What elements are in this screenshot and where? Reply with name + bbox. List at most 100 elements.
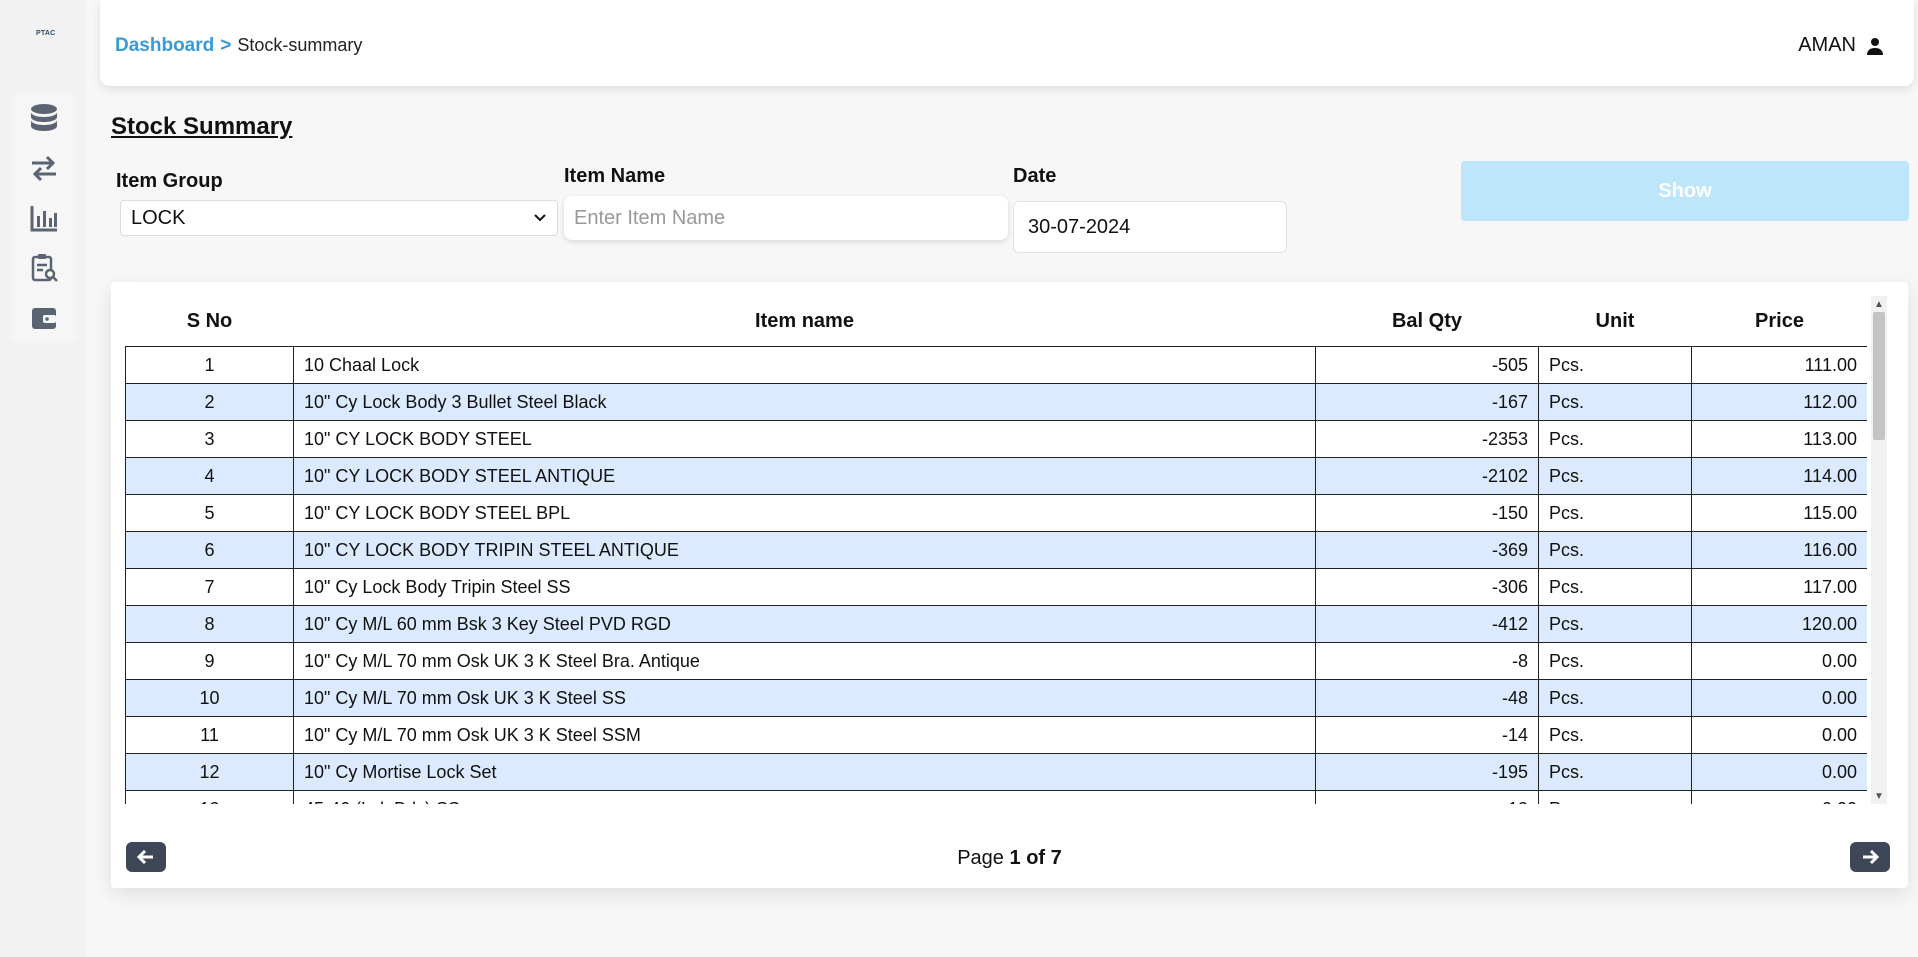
cell-unit: Pcs. (1538, 346, 1692, 384)
breadcrumb-dashboard-link[interactable]: Dashboard (115, 35, 214, 56)
cell-price: 113.00 (1691, 420, 1867, 458)
table-row[interactable]: 6 10" CY LOCK BODY TRIPIN STEEL ANTIQUE -3… (125, 531, 1867, 569)
cell-bal-qty: -195 (1315, 753, 1539, 791)
scroll-thumb[interactable] (1873, 312, 1885, 440)
cell-price: 114.00 (1691, 457, 1867, 495)
cell-unit: Pcs. (1538, 457, 1692, 495)
top-bar: Dashboard > Stock-summary AMAN (100, 0, 1914, 86)
cell-sno: 12 (125, 753, 294, 791)
cell-price: 0.00 (1691, 790, 1867, 804)
scroll-up-arrow[interactable]: ▲ (1871, 296, 1887, 312)
cell-item-name: 10" CY LOCK BODY TRIPIN STEEL ANTIQUE (293, 531, 1316, 569)
show-button[interactable]: Show (1461, 161, 1909, 221)
cell-item-name: 10" Cy M/L 60 mm Bsk 3 Key Steel PVD RGD (293, 605, 1316, 643)
page-title: Stock Summary (111, 113, 293, 140)
table-row[interactable]: 4 10" CY LOCK BODY STEEL ANTIQUE -2102 Pcs.… (125, 457, 1867, 495)
date-label: Date (1013, 165, 1057, 187)
cell-item-name: 10" Cy M/L 70 mm Osk UK 3 K Steel Bra. A… (293, 642, 1316, 680)
cell-bal-qty: -14 (1315, 716, 1539, 754)
sidebar-item-reports[interactable] (12, 193, 76, 243)
clipboard-search-icon (31, 254, 58, 282)
col-header-bal-qty: Bal Qty (1391, 309, 1463, 332)
cell-sno: 3 (125, 420, 294, 458)
cell-price: 0.00 (1691, 716, 1867, 754)
sidebar-item-database[interactable] (12, 93, 76, 143)
cell-unit: Pcs. (1538, 420, 1692, 458)
stock-table: S No Item name Bal Qty Unit Price 1 10 Ch… (125, 296, 1867, 804)
cell-price: 0.00 (1691, 679, 1867, 717)
side-nav (12, 93, 76, 343)
cell-bal-qty: -306 (1315, 568, 1539, 606)
cell-item-name: 10" CY LOCK BODY STEEL BPL (293, 494, 1316, 532)
cell-unit: Pcs. (1538, 716, 1692, 754)
cell-item-name: 10" Cy M/L 70 mm Osk UK 3 K Steel SSM (293, 716, 1316, 754)
cell-price: 115.00 (1691, 494, 1867, 532)
table-row[interactable]: 12 10" Cy Mortise Lock Set -195 Pcs. 0.00 (125, 753, 1867, 791)
cell-unit: Pcs. (1538, 494, 1692, 532)
table-row[interactable]: 7 10" Cy Lock Body Tripin Steel SS -306 Pcs… (125, 568, 1867, 606)
cell-unit: Pcs. (1538, 753, 1692, 791)
page-prefix: Page (957, 847, 1004, 869)
cell-bal-qty: -150 (1315, 494, 1539, 532)
item-group-label: Item Group (116, 170, 223, 192)
wallet-icon (32, 308, 56, 329)
table-body: 1 10 Chaal Lock -505 Pcs. 111.00 2 10" Cy Lock… (125, 346, 1867, 804)
user-menu[interactable]: AMAN (1798, 34, 1884, 57)
table-row[interactable]: 5 10" CY LOCK BODY STEEL BPL -150 Pcs. 115.0… (125, 494, 1867, 532)
next-page-button[interactable] (1850, 842, 1890, 872)
cell-item-name: 10" Cy Lock Body Tripin Steel SS (293, 568, 1316, 606)
table-row[interactable]: 1345-46 (Lck Bdy) SS13Pcs.0.00 (125, 790, 1867, 804)
table-row[interactable]: 8 10" Cy M/L 60 mm Bsk 3 Key Steel PVD RG… (125, 605, 1867, 643)
cell-item-name: 45-46 (Lck Bdy) SS (293, 790, 1316, 804)
chevron-down-icon (534, 214, 546, 222)
page-current: 1 (1009, 847, 1021, 869)
cell-bal-qty: -2353 (1315, 420, 1539, 458)
sidebar-item-transfer[interactable] (12, 143, 76, 193)
item-group-value: LOCK (131, 206, 186, 229)
cell-price: 112.00 (1691, 383, 1867, 421)
user-name: AMAN (1798, 34, 1856, 56)
sidebar-item-wallet[interactable] (12, 293, 76, 343)
arrow-right-icon (1863, 849, 1880, 865)
cell-sno: 4 (125, 457, 294, 495)
bar-chart-icon (30, 206, 57, 232)
cell-unit: Pcs. (1538, 383, 1692, 421)
table-row[interactable]: 10 10" Cy M/L 70 mm Osk UK 3 K Steel SS -4… (125, 679, 1867, 717)
table-scroll-area: S No Item name Bal Qty Unit Price 1 10 Ch… (125, 296, 1867, 804)
table-row[interactable]: 11 10" Cy M/L 70 mm Osk UK 3 K Steel SSM -… (125, 716, 1867, 754)
item-name-label: Item Name (564, 165, 666, 187)
cell-unit: Pcs. (1538, 642, 1692, 680)
scroll-down-arrow[interactable]: ▼ (1871, 788, 1887, 804)
item-group-select[interactable]: LOCK (120, 200, 558, 236)
cell-price: 117.00 (1691, 568, 1867, 606)
table-scrollbar[interactable]: ▲ ▼ (1871, 296, 1887, 804)
cell-bal-qty: -2102 (1315, 457, 1539, 495)
item-name-input[interactable] (564, 196, 1008, 240)
cell-sno: 5 (125, 494, 294, 532)
cell-sno: 7 (125, 568, 294, 606)
cell-item-name: 10" Cy M/L 70 mm Osk UK 3 K Steel SS (293, 679, 1316, 717)
cell-sno: 11 (125, 716, 294, 754)
table-header-row: S No Item name Bal Qty Unit Price (126, 296, 1868, 347)
cell-unit: Pcs. (1538, 679, 1692, 717)
cell-bal-qty: -369 (1315, 531, 1539, 569)
transfer-icon (32, 155, 56, 182)
sidebar: PTAC (0, 0, 86, 957)
cell-unit: Pcs. (1538, 605, 1692, 643)
cell-price: 120.00 (1691, 605, 1867, 643)
cell-unit: Pcs. (1538, 790, 1692, 804)
user-icon (1867, 37, 1883, 55)
breadcrumb: Dashboard > Stock-summary (115, 35, 362, 57)
sidebar-item-audit[interactable] (12, 243, 76, 293)
table-row[interactable]: 1 10 Chaal Lock -505 Pcs. 111.00 (125, 346, 1867, 384)
cell-price: 116.00 (1691, 531, 1867, 569)
col-header-sno: S No (186, 309, 233, 332)
cell-price: 0.00 (1691, 753, 1867, 791)
cell-bal-qty: 13 (1315, 790, 1539, 804)
table-row[interactable]: 3 10" CY LOCK BODY STEEL -2353 Pcs. 113.00 (125, 420, 1867, 458)
cell-sno: 10 (125, 679, 294, 717)
table-row[interactable]: 9 10" Cy M/L 70 mm Osk UK 3 K Steel Bra. … (125, 642, 1867, 680)
date-input[interactable]: 30-07-2024 (1013, 201, 1287, 253)
cell-bal-qty: -167 (1315, 383, 1539, 421)
table-row[interactable]: 2 10" Cy Lock Body 3 Bullet Steel Black -1… (125, 383, 1867, 421)
